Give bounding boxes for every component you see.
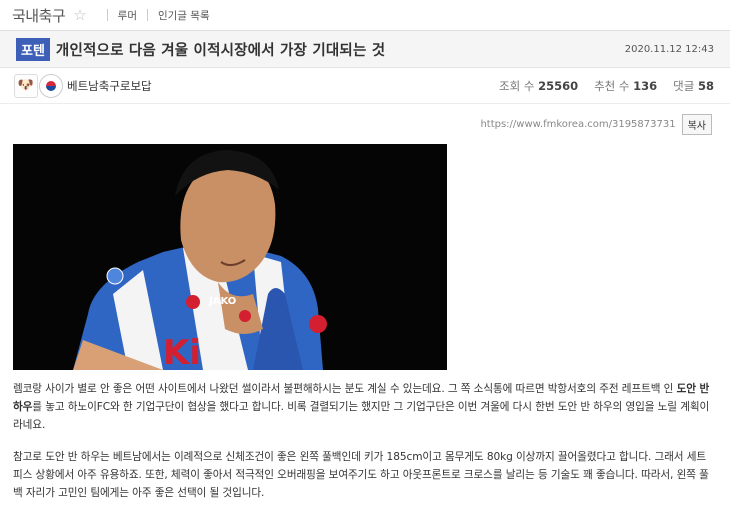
star-icon[interactable]: ☆ — [73, 6, 86, 24]
post-url[interactable]: https://www.fmkorea.com/3195873731 — [480, 119, 675, 130]
korea-flag-icon — [39, 73, 63, 98]
post-date: 2020.11.12 12:43 — [624, 43, 714, 55]
poten-badge: 포텐 — [16, 37, 50, 61]
post-photo[interactable]: JAKO Ki — [13, 144, 447, 370]
like-count: 추천 수 136 — [594, 78, 658, 93]
avatar[interactable]: 🐶 — [14, 73, 38, 98]
body-paragraph-2: 참고로 도안 반 하우는 베트남에서는 이례적으로 신체조건이 좋은 왼쪽 풀백… — [13, 451, 709, 499]
post-body: 렘코랑 사이가 별로 안 좋은 어떤 사이트에서 나왔던 썰이라서 불편해하시는… — [0, 370, 730, 502]
view-count: 조회 수 25560 — [499, 78, 579, 93]
author-name[interactable]: 베트남축구로보답 — [67, 78, 483, 94]
nav-divider — [106, 9, 108, 21]
comment-count[interactable]: 댓글 58 — [673, 78, 714, 94]
post-url-row: https://www.fmkorea.com/3195873731 복사 — [0, 104, 730, 135]
copy-button[interactable]: 복사 — [681, 113, 712, 135]
post-meta: 🐶 베트남축구로보답 조회 수 25560 추천 수 136 댓글 58 — [0, 68, 730, 104]
body-paragraph-1: 렘코랑 사이가 별로 안 좋은 어떤 사이트에서 나왔던 썰이라서 불편해하시는… — [13, 383, 710, 431]
nav-rumor-link[interactable]: 루머 — [118, 8, 137, 23]
jersey-shirt-text: Ki — [163, 333, 201, 370]
post-title: 개인적으로 다음 겨울 이적시장에서 가장 기대되는 것 — [55, 42, 386, 59]
board-nav: 루머 인기글 목록 — [97, 8, 210, 23]
board-header: 국내축구 ☆ 루머 인기글 목록 — [0, 0, 730, 31]
player-photo-illustration: JAKO Ki — [13, 144, 447, 370]
board-title[interactable]: 국내축구 — [12, 5, 66, 26]
nav-divider — [146, 9, 148, 21]
post-title-bar: 포텐 개인적으로 다음 겨울 이적시장에서 가장 기대되는 것 2020.11.… — [0, 31, 730, 68]
jersey-sponsor-text: JAKO — [208, 296, 236, 307]
nav-popular-link[interactable]: 인기글 목록 — [158, 8, 210, 23]
